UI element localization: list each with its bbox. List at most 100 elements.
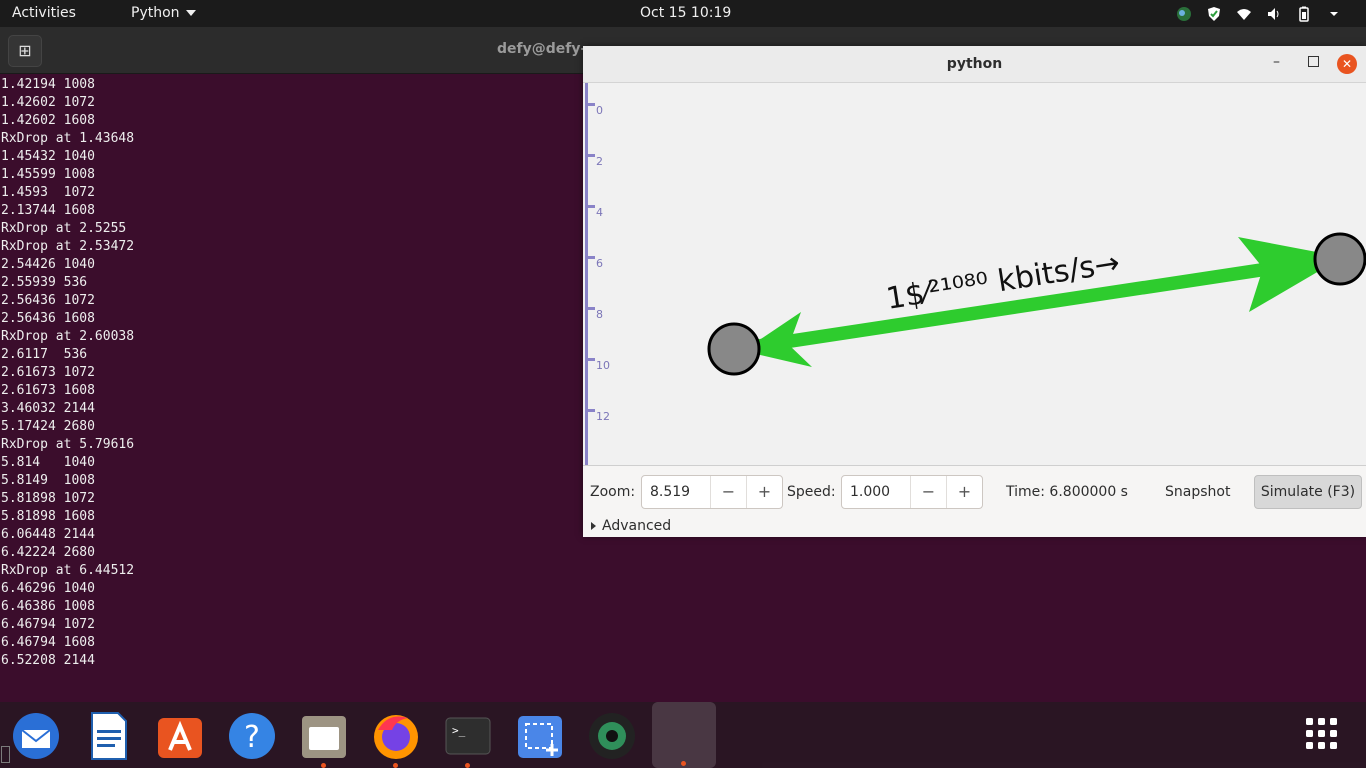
speed-label: Speed: [787, 484, 836, 500]
terminal-line: 1.42194 1008 [1, 77, 95, 92]
terminal-line: RxDrop at 2.60038 [1, 329, 135, 344]
svg-text:>_: >_ [452, 724, 466, 737]
terminal-line: 2.56436 1072 [1, 293, 95, 308]
terminal-line: 6.52208 2144 [1, 653, 95, 668]
thunderbird-icon[interactable] [8, 710, 64, 762]
zoom-value[interactable]: 8.519 [642, 476, 710, 508]
writer-icon[interactable] [80, 710, 136, 762]
minimize-icon[interactable]: – [1273, 54, 1280, 70]
zoom-decrease-button[interactable]: − [710, 476, 746, 508]
running-indicator [465, 763, 470, 768]
svg-text:?: ? [244, 720, 260, 755]
terminal-line: 2.13744 1608 [1, 203, 95, 218]
running-indicator [393, 763, 398, 768]
ruler-tick-label: 6 [596, 257, 603, 270]
window-titlebar[interactable]: python – ✕ [583, 46, 1366, 83]
link-arrow [733, 237, 1345, 367]
power-menu-icon[interactable] [1326, 6, 1342, 22]
expander-arrow-icon [591, 522, 596, 530]
files-icon[interactable] [296, 710, 352, 768]
ruler-ticks: 0 2 4 6 8 10 12 [585, 103, 610, 423]
show-applications-icon[interactable] [1304, 716, 1344, 756]
system-tray[interactable] [1176, 4, 1342, 24]
ruler-tick-label: 8 [596, 308, 603, 321]
ruler-tick [585, 256, 595, 259]
chevron-down-icon [185, 10, 196, 16]
time-readout: Time: 6.800000 s [1006, 484, 1128, 500]
terminal-line: 5.81898 1608 [1, 509, 95, 524]
speed-decrease-button[interactable]: − [910, 476, 946, 508]
speed-spinbutton[interactable]: 1.000 − + [841, 475, 983, 509]
advanced-expander[interactable]: Advanced [591, 518, 671, 534]
simulate-button[interactable]: Simulate (F3) [1254, 475, 1362, 509]
speed-increase-button[interactable]: + [946, 476, 982, 508]
terminal-line: 1.42602 1072 [1, 95, 95, 110]
ruler-tick [585, 358, 595, 361]
dock: ? >_ [0, 702, 1366, 768]
close-icon[interactable]: ✕ [1337, 54, 1357, 74]
terminal-line: 6.46386 1008 [1, 599, 95, 614]
zoom-label: Zoom: [590, 484, 636, 500]
terminal-line: 5.17424 2680 [1, 419, 95, 434]
terminal-line: 1.45599 1008 [1, 167, 95, 182]
terminal-line: 5.814 1040 [1, 455, 95, 470]
terminal-line: 2.55939 536 [1, 275, 88, 290]
camera-icon[interactable] [584, 710, 640, 762]
zoom-spinbutton[interactable]: 8.519 − + [641, 475, 783, 509]
terminal-line: 5.8149 1008 [1, 473, 95, 488]
terminal-line: 6.46296 1040 [1, 581, 95, 596]
snapshot-button[interactable]: Snapshot [1165, 484, 1230, 500]
ruler-tick [585, 205, 595, 208]
terminal-line: RxDrop at 5.79616 [1, 437, 135, 452]
firefox-icon[interactable] [368, 710, 424, 768]
wifi-icon[interactable] [1236, 6, 1252, 22]
ruler-tick [585, 103, 595, 106]
app-menu[interactable]: Python [131, 5, 196, 21]
ruler-tick [585, 307, 595, 310]
speed-value[interactable]: 1.000 [842, 476, 910, 508]
terminal-title: defy@defy- [497, 41, 587, 57]
node-right[interactable] [1313, 232, 1366, 286]
terminal-line: 1.45432 1040 [1, 149, 95, 164]
python-app-icon[interactable] [652, 702, 716, 768]
volume-icon[interactable] [1266, 6, 1282, 22]
terminal-line: 2.61673 1608 [1, 383, 95, 398]
activities-button[interactable]: Activities [12, 5, 76, 21]
ruler-tick-label: 2 [596, 155, 603, 168]
app-center-icon[interactable] [152, 710, 208, 762]
python-window: python – ✕ 0 2 4 6 8 10 12 1$⁄²¹⁰⁸⁰ kbits/s→ Z… [583, 46, 1366, 537]
screenshot-icon[interactable] [512, 710, 568, 762]
running-indicator [681, 761, 686, 766]
terminal-line: 2.61673 1072 [1, 365, 95, 380]
terminal-icon[interactable]: >_ [440, 710, 496, 768]
ruler-tick [585, 154, 595, 157]
help-icon[interactable]: ? [224, 710, 280, 762]
new-tab-button[interactable]: ⊞ [8, 35, 42, 67]
terminal-line: 6.46794 1608 [1, 635, 95, 650]
window-title: python [946, 56, 1003, 72]
clock[interactable]: Oct 15 10:19 [640, 5, 731, 21]
terminal-line: RxDrop at 2.53472 [1, 239, 135, 254]
ruler-tick [585, 409, 595, 412]
terminal-line: 3.46032 2144 [1, 401, 95, 416]
terminal-line: 6.42224 2680 [1, 545, 95, 560]
terminal-line: RxDrop at 6.44512 [1, 563, 135, 578]
terminal-line: 1.42602 1608 [1, 113, 95, 128]
top-bar: Activities Python Oct 15 10:19 [0, 0, 1366, 27]
node-left[interactable] [707, 322, 761, 376]
battery-icon[interactable] [1296, 6, 1312, 22]
terminal-line: 6.46794 1072 [1, 617, 95, 632]
globe-icon[interactable] [1176, 6, 1192, 22]
terminal-line: RxDrop at 1.43648 [1, 131, 135, 146]
shield-icon[interactable] [1206, 6, 1222, 22]
running-indicator [321, 763, 326, 768]
ruler-tick-label: 4 [596, 206, 603, 219]
terminal-line: 2.56436 1608 [1, 311, 95, 326]
maximize-icon[interactable] [1308, 56, 1319, 67]
advanced-label: Advanced [602, 518, 672, 534]
simulation-canvas[interactable]: 0 2 4 6 8 10 12 1$⁄²¹⁰⁸⁰ kbits/s→ [583, 83, 1366, 465]
ruler-tick-label: 10 [596, 359, 610, 372]
zoom-increase-button[interactable]: + [746, 476, 782, 508]
terminal-line: 5.81898 1072 [1, 491, 95, 506]
control-panel: Zoom: 8.519 − + Speed: 1.000 − + Time: 6… [583, 465, 1366, 537]
